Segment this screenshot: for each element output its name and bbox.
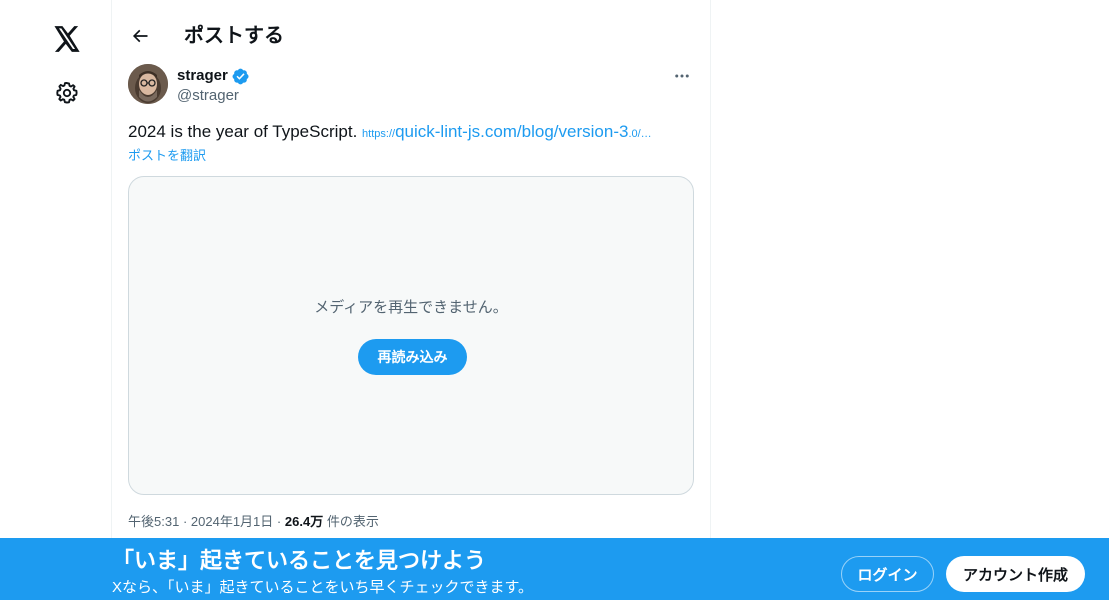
post-link[interactable]: https://quick-lint-js.com/blog/version-3…: [362, 122, 652, 141]
reload-button[interactable]: 再読み込み: [358, 339, 467, 375]
translate-post-link[interactable]: ポストを翻訳: [128, 147, 206, 165]
page-header: ポストする: [112, 0, 710, 72]
avatar[interactable]: [128, 64, 168, 104]
post-text: 2024 is the year of TypeScript. https://…: [128, 121, 696, 145]
media-container: メディアを再生できません。 再読み込み: [128, 176, 694, 495]
gear-icon[interactable]: [53, 79, 81, 107]
view-count-label: 件の表示: [326, 514, 379, 529]
post-date[interactable]: 2024年1月1日: [191, 514, 273, 529]
main-column: ポストする strager @strager 2024 is the year …: [111, 0, 711, 600]
meta-separator: ·: [182, 514, 188, 529]
author-name-row: strager: [177, 66, 249, 86]
more-button[interactable]: [668, 62, 696, 90]
link-suffix: .0/…: [628, 128, 652, 140]
x-logo-icon[interactable]: [51, 23, 83, 55]
media-error-message: メディアを再生できません。: [314, 299, 508, 316]
login-button[interactable]: ログイン: [841, 556, 934, 592]
post-author: strager @strager: [128, 64, 696, 108]
more-dots-icon: [675, 74, 689, 78]
author-handle[interactable]: @strager: [177, 86, 239, 106]
post-body: 2024 is the year of TypeScript.: [128, 122, 363, 141]
banner-title: 「いま」起きていることを見つけよう: [112, 548, 487, 573]
left-nav: [0, 0, 111, 600]
author-display-name[interactable]: strager: [177, 66, 228, 86]
meta-separator: ·: [276, 514, 282, 529]
link-main: quick-lint-js.com/blog/version-3: [395, 122, 629, 141]
login-banner: 「いま」起きていることを見つけよう Xなら、「いま」起きていることをいち早くチェ…: [0, 538, 1109, 600]
create-account-button[interactable]: アカウント作成: [946, 556, 1085, 592]
arrow-left-icon: [132, 29, 148, 43]
verified-badge-icon: [232, 68, 249, 84]
post-meta: 午後5:31 · 2024年1月1日 · 26.4万 件の表示: [128, 513, 379, 531]
view-count: 26.4万: [284, 514, 324, 529]
back-button[interactable]: [126, 22, 154, 50]
page: ポストする strager @strager 2024 is the year …: [0, 0, 1109, 600]
page-title: ポストする: [184, 25, 284, 47]
post-time[interactable]: 午後5:31: [128, 514, 179, 529]
link-prefix: https://: [362, 128, 396, 140]
banner-subtitle: Xなら、「いま」起きていることをいち早くチェックできます。: [112, 579, 534, 596]
